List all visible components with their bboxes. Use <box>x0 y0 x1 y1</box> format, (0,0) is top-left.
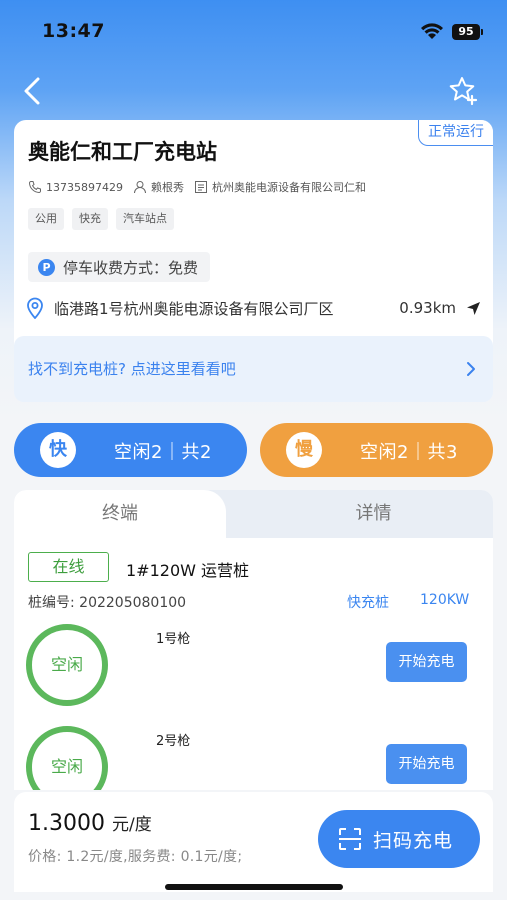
price-value: 1.3000 <box>28 811 105 836</box>
gun-status-ring: 空闲 <box>26 624 108 706</box>
gun-label: 2号枪 <box>156 734 191 749</box>
scan-charge-button[interactable]: 扫码充电 <box>318 810 480 868</box>
slow-charge-summary[interactable]: 慢 空闲2｜共3 <box>260 423 493 477</box>
star-add-icon[interactable] <box>446 74 480 108</box>
fast-availability: 空闲2｜共2 <box>114 442 212 463</box>
online-badge: 在线 <box>28 552 109 582</box>
gun-status-ring: 空闲 <box>26 726 108 790</box>
navigation-icon[interactable] <box>466 301 481 316</box>
parking-icon: P <box>38 258 55 276</box>
contact-row: 13735897429 赖根秀 杭州奥能电源设备有限公司仁和 <box>28 178 366 196</box>
fast-icon: 快 <box>40 432 76 468</box>
scan-charge-label: 扫码充电 <box>373 830 454 852</box>
fast-charge-summary[interactable]: 快 空闲2｜共2 <box>14 423 247 477</box>
battery-tip <box>481 29 483 35</box>
bottom-price-bar: 1.3000 元/度 价格: 1.2元/度,服务费: 0.1元/度; 扫码充电 <box>14 792 493 892</box>
status-bar: 13:47 95 <box>0 0 507 60</box>
pile-name: 1#120W 运营桩 <box>126 561 250 580</box>
slow-availability: 空闲2｜共3 <box>360 442 458 463</box>
address-row[interactable]: 临港路1号杭州奥能电源设备有限公司厂区 0.93km <box>26 296 481 320</box>
help-link-card[interactable]: 找不到充电桩? 点进这里看看吧 <box>14 336 493 402</box>
price-unit: 元/度 <box>111 815 152 835</box>
station-name: 奥能仁和工厂充电站 <box>28 140 217 164</box>
start-charging-button[interactable]: 开始充电 <box>386 642 467 682</box>
phone-icon[interactable] <box>28 180 42 194</box>
pile-code: 桩编号: 202205080100 <box>28 595 187 611</box>
pile-power: 120KW <box>420 592 470 608</box>
scan-icon <box>339 828 361 850</box>
parking-fee-text: 停车收费方式：免费 <box>63 258 199 277</box>
slow-icon: 慢 <box>286 432 322 468</box>
person-icon <box>133 181 146 194</box>
tab-terminal[interactable]: 终端 <box>14 490 226 538</box>
tag-car-station: 汽车站点 <box>116 208 174 230</box>
pile-type: 快充桩 <box>347 595 389 611</box>
price-detail: 价格: 1.2元/度,服务费: 0.1元/度; <box>28 849 243 865</box>
tag-fast-charge: 快充 <box>72 208 108 230</box>
gun-row-2: 空闲 2号枪 开始充电 <box>26 726 481 790</box>
status-time: 13:47 <box>42 20 105 42</box>
station-address: 临港路1号杭州奥能电源设备有限公司厂区 <box>54 299 334 318</box>
station-company: 杭州奥能电源设备有限公司仁和 <box>211 181 366 194</box>
gun-row-1: 空闲 1号枪 开始充电 <box>26 624 481 714</box>
parking-fee: P 停车收费方式：免费 <box>28 252 211 282</box>
station-tags: 公用 快充 汽车站点 <box>28 208 174 230</box>
back-icon[interactable] <box>18 74 48 108</box>
status-badge: 正常运行 <box>418 120 493 146</box>
home-indicator <box>165 884 343 890</box>
tag-public: 公用 <box>28 208 64 230</box>
company-icon <box>194 181 207 193</box>
station-contact: 赖根秀 <box>150 181 184 194</box>
gun-label: 1号枪 <box>156 632 191 647</box>
help-link-text[interactable]: 找不到充电桩? 点进这里看看吧 <box>28 358 236 379</box>
start-charging-button[interactable]: 开始充电 <box>386 744 467 784</box>
battery-indicator: 95 <box>452 24 480 40</box>
wifi-icon <box>421 23 443 39</box>
station-phone[interactable]: 13735897429 <box>46 181 123 194</box>
price: 1.3000 元/度 <box>28 810 152 836</box>
location-pin-icon <box>27 297 43 319</box>
station-distance: 0.93km <box>399 299 456 317</box>
terminal-card: 终端 详情 在线 1#120W 运营桩 桩编号: 202205080100 快充… <box>14 490 493 790</box>
chevron-right-icon <box>467 362 475 376</box>
tab-bar: 终端 详情 <box>14 490 493 538</box>
tab-details[interactable]: 详情 <box>254 490 493 538</box>
